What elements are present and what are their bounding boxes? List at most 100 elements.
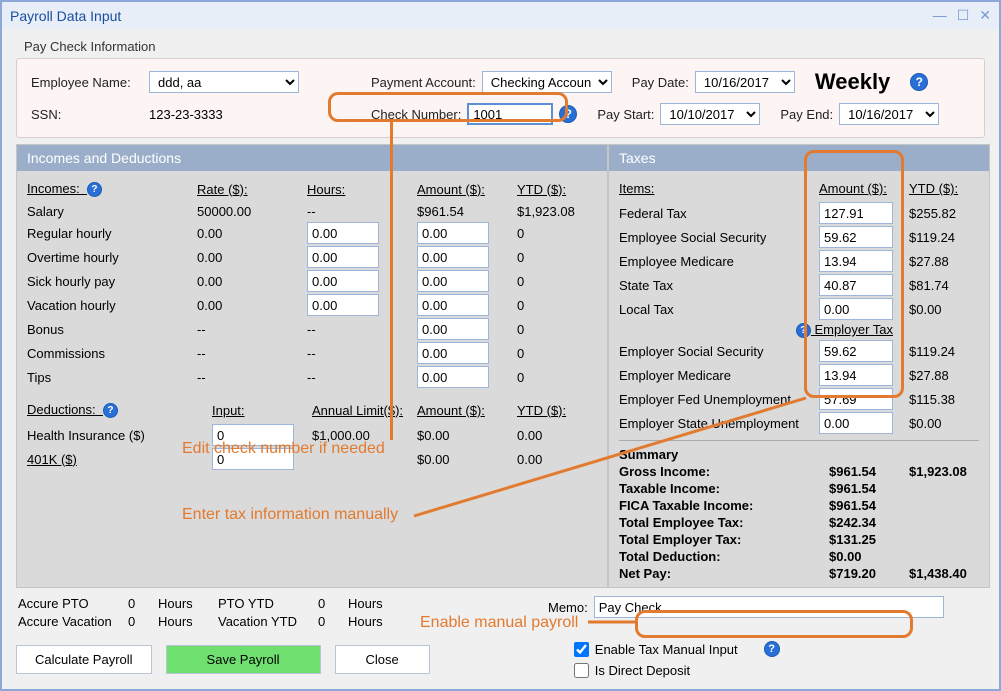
check-number-input[interactable] <box>467 103 553 125</box>
amount-input[interactable] <box>417 366 489 388</box>
accrue-vac-value: 0 <box>128 614 158 629</box>
taxes-panel-header: Taxes <box>609 145 989 171</box>
employee-name-select[interactable]: ddd, aa <box>149 71 299 93</box>
vac-ytd-label: Vacation YTD <box>218 614 318 629</box>
tax-ytd: $0.00 <box>909 416 979 431</box>
income-row-label: Sick hourly pay <box>27 273 197 290</box>
pto-ytd-value: 0 <box>318 596 348 611</box>
deduction-row-label: Health Insurance ($) <box>27 427 212 444</box>
deduction-annual: $1,000.00 <box>312 427 417 444</box>
tax-row-label: Federal Tax <box>619 206 819 221</box>
direct-deposit-checkbox[interactable] <box>574 663 589 678</box>
tax-ytd-header: YTD ($): <box>909 181 979 200</box>
accrue-pto-value: 0 <box>128 596 158 611</box>
vac-ytd-value: 0 <box>318 614 348 629</box>
amount-input[interactable] <box>417 270 489 292</box>
input-header: Input: <box>212 403 312 422</box>
summary-amount: $961.54 <box>829 464 909 479</box>
income-row-label: Regular hourly <box>27 225 197 242</box>
tax-ytd: $0.00 <box>909 302 979 317</box>
deduction-row-label: 401K ($) <box>27 451 212 468</box>
amount-input[interactable] <box>417 294 489 316</box>
close-button[interactable]: Close <box>335 645 430 674</box>
payment-account-select[interactable]: Checking Account <box>482 71 612 93</box>
income-row-label: Vacation hourly <box>27 297 197 314</box>
tax-amount-input[interactable] <box>819 226 893 248</box>
calculate-payroll-button[interactable]: Calculate Payroll <box>16 645 152 674</box>
pay-end-select[interactable]: 10/16/2017 <box>839 103 939 125</box>
deduction-amount: $0.00 <box>417 427 517 444</box>
enable-manual-checkbox[interactable] <box>574 642 589 657</box>
tax-amount-input[interactable] <box>819 202 893 224</box>
ssn-label: SSN: <box>31 107 141 122</box>
pay-frequency: Weekly <box>815 69 890 95</box>
ded-amount-header: Amount ($): <box>417 403 517 422</box>
income-ytd: 0 <box>517 273 597 290</box>
incomes-header: Incomes: <box>27 181 80 196</box>
tax-row-label: Employer Social Security <box>619 344 819 359</box>
employee-name-label: Employee Name: <box>31 75 141 90</box>
tax-amount-input[interactable] <box>819 364 893 386</box>
income-row-label: Overtime hourly <box>27 249 197 266</box>
income-amount: $961.54 <box>417 203 517 220</box>
help-icon[interactable]: ? <box>103 403 118 418</box>
summary-ytd: $1,438.40 <box>909 566 979 581</box>
deduction-amount: $0.00 <box>417 451 517 468</box>
income-row-label: Salary <box>27 203 197 220</box>
income-rate: 0.00 <box>197 225 307 242</box>
summary-row-label: Total Deduction: <box>619 549 829 564</box>
tax-amount-input[interactable] <box>819 298 893 320</box>
deduction-annual <box>312 458 417 460</box>
hours-input[interactable] <box>307 222 379 244</box>
tax-amount-input[interactable] <box>819 340 893 362</box>
summary-label: Summary <box>619 447 979 462</box>
hours-input[interactable] <box>307 270 379 292</box>
deductions-header: Deductions: <box>27 402 96 417</box>
tax-amount-input[interactable] <box>819 388 893 410</box>
help-icon[interactable]: ? <box>87 182 102 197</box>
pay-start-label: Pay Start: <box>597 107 654 122</box>
income-ytd: $1,923.08 <box>517 203 597 220</box>
accrue-vac-label: Accure Vacation <box>18 614 128 629</box>
tax-ytd: $119.24 <box>909 344 979 359</box>
hours-input[interactable] <box>307 246 379 268</box>
annual-header: Annual Limit($): <box>312 403 417 422</box>
pay-start-select[interactable]: 10/10/2017 <box>660 103 760 125</box>
amount-input[interactable] <box>417 222 489 244</box>
income-rate: -- <box>197 321 307 338</box>
close-icon[interactable]: ✕ <box>979 7 991 24</box>
tax-amount-input[interactable] <box>819 250 893 272</box>
tax-row-label: Employer Fed Unemployment <box>619 392 819 407</box>
tax-ytd: $27.88 <box>909 254 979 269</box>
tax-row-label: Employer State Unemployment <box>619 416 819 431</box>
help-icon[interactable]: ? <box>910 73 928 91</box>
help-icon[interactable]: ? <box>764 641 780 657</box>
deduction-ytd: 0.00 <box>517 427 597 444</box>
pay-date-select[interactable]: 10/16/2017 <box>695 71 795 93</box>
amount-input[interactable] <box>417 342 489 364</box>
save-payroll-button[interactable]: Save Payroll <box>166 645 321 674</box>
income-hours: -- <box>307 321 417 338</box>
memo-label: Memo: <box>548 600 588 615</box>
tax-amount-input[interactable] <box>819 274 893 296</box>
help-icon[interactable]: ? <box>559 105 577 123</box>
hours-input[interactable] <box>307 294 379 316</box>
maximize-icon[interactable]: ☐ <box>957 7 970 24</box>
help-icon[interactable]: ? <box>796 323 811 338</box>
summary-ytd: $1,923.08 <box>909 464 979 479</box>
check-number-label: Check Number: <box>371 107 461 122</box>
deduction-input[interactable] <box>212 424 294 446</box>
income-rate: 0.00 <box>197 273 307 290</box>
ytd-header: YTD ($): <box>517 182 597 201</box>
memo-input[interactable] <box>594 596 944 618</box>
deduction-input[interactable] <box>212 448 294 470</box>
tax-amount-input[interactable] <box>819 412 893 434</box>
amount-header: Amount ($): <box>417 182 517 201</box>
amount-input[interactable] <box>417 318 489 340</box>
amount-input[interactable] <box>417 246 489 268</box>
income-rate: 0.00 <box>197 249 307 266</box>
tax-row-label: Employer Medicare <box>619 368 819 383</box>
tax-row-label: Employee Medicare <box>619 254 819 269</box>
tax-ytd: $119.24 <box>909 230 979 245</box>
minimize-icon[interactable]: — <box>933 7 947 24</box>
